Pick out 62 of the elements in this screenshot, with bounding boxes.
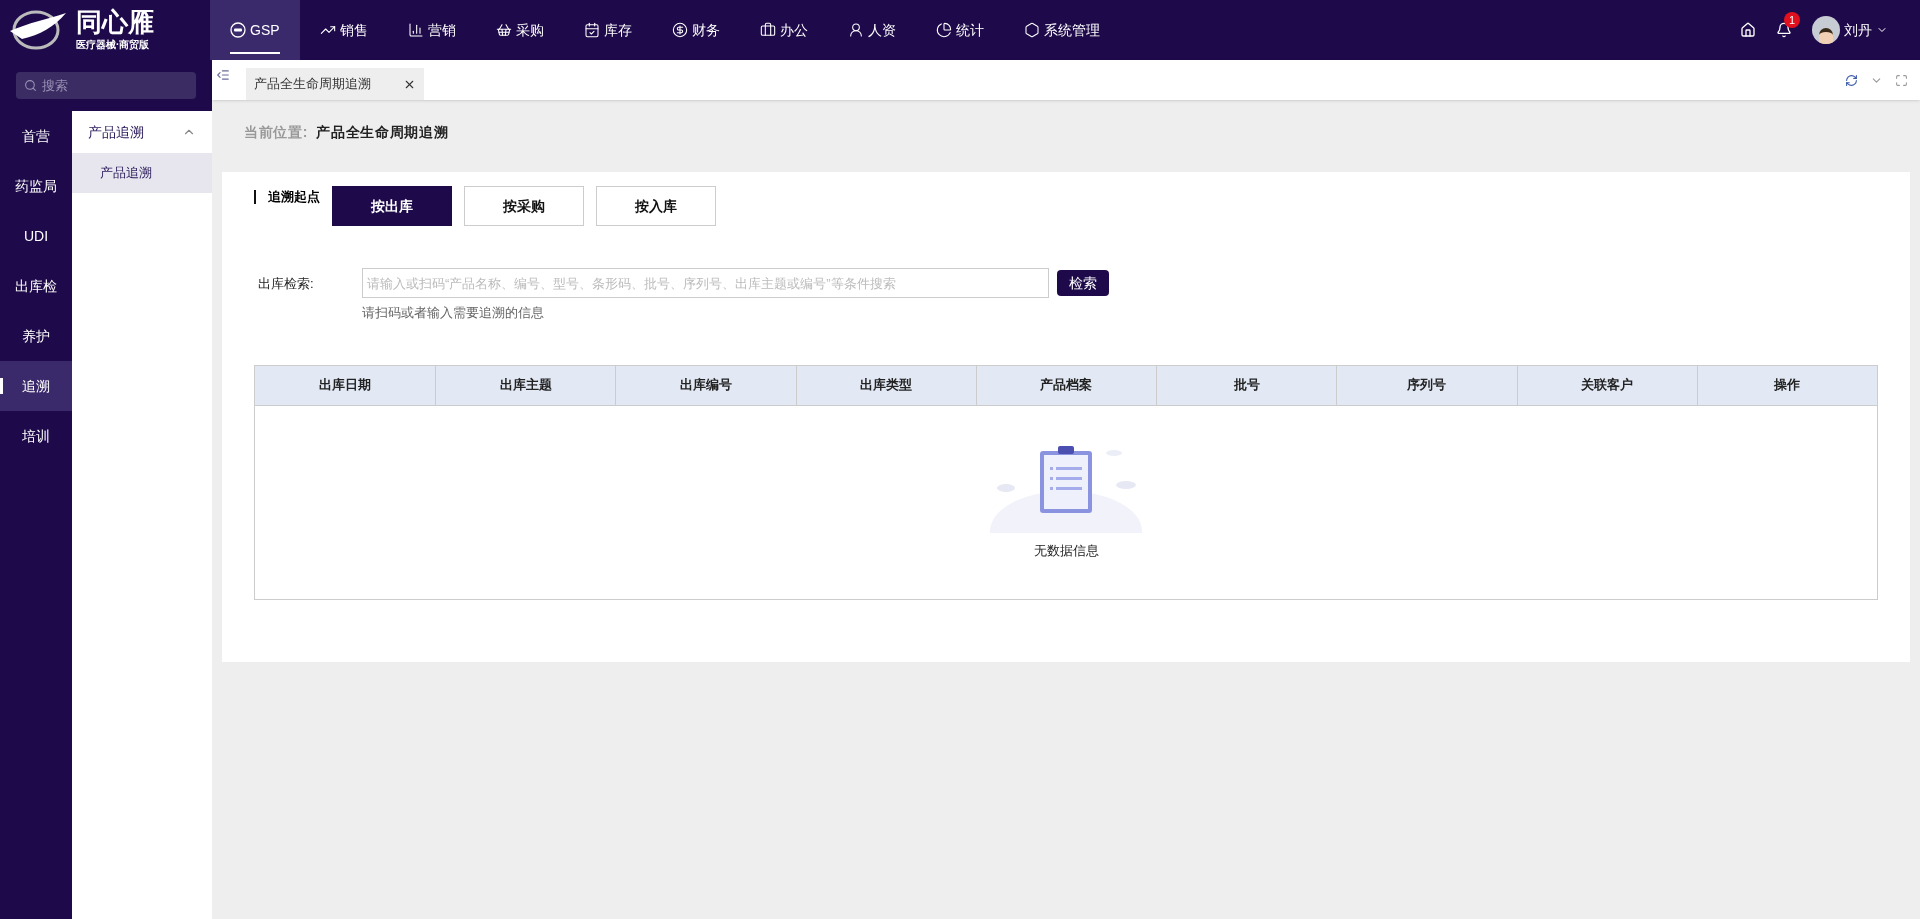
empty-message: 无数据信息 — [1033, 542, 1099, 561]
coin-icon — [671, 22, 688, 38]
rail-item[interactable]: 追溯 — [0, 361, 72, 411]
search-button[interactable]: 检索 — [1057, 270, 1109, 296]
trace-option-button[interactable]: 按采购 — [464, 186, 584, 226]
column-header: 出库日期 — [318, 376, 373, 395]
briefcase-icon — [759, 22, 776, 38]
column-header: 出库类型 — [795, 365, 976, 405]
basket-icon — [495, 22, 512, 38]
rail-item[interactable]: 养护 — [0, 311, 72, 361]
bar-chart-icon — [407, 22, 424, 38]
nav-tab[interactable]: 统计 — [915, 0, 1004, 60]
breadcrumb-label: 当前位置: — [244, 122, 309, 142]
nav-tab[interactable]: 库存 — [563, 0, 652, 60]
logo-name: 同心雁 — [76, 8, 154, 35]
section-label: 追溯起点 — [254, 190, 320, 204]
fullscreen-icon[interactable] — [1895, 73, 1908, 87]
submenu-item[interactable]: 产品追溯 — [72, 153, 212, 193]
hexagon-icon — [1023, 22, 1040, 38]
home-icon[interactable] — [1740, 22, 1756, 38]
notification-badge: 1 — [1784, 12, 1801, 28]
page-tab[interactable]: 产品全生命周期追溯 — [246, 68, 424, 100]
pie-chart-icon — [935, 22, 952, 38]
collapse-icon[interactable] — [216, 68, 230, 82]
column-header: 出库编号 — [615, 365, 796, 405]
search-input[interactable]: 请输入或扫码“产品名称、编号、型号、条形码、批号、序列号、出库主题或编号”等条件搜索 — [362, 268, 1049, 298]
column-header: 批号 — [1156, 365, 1337, 405]
rail-item[interactable]: 出库检 — [0, 261, 72, 311]
rail-item[interactable]: 药监局 — [0, 161, 72, 211]
submenu-header[interactable]: 产品追溯 — [72, 111, 212, 153]
logo-subtitle: 医疗器械·商贸版 — [76, 38, 151, 52]
bird-logo-icon — [8, 9, 68, 51]
calendar-check-icon — [583, 22, 600, 38]
search-icon — [24, 79, 37, 92]
nav-tab[interactable]: 办公 — [739, 0, 828, 60]
search-label: 出库检索: — [257, 275, 315, 293]
column-header: 操作 — [1696, 365, 1877, 405]
bell-icon[interactable] — [1776, 22, 1792, 38]
nav-tab[interactable]: 人资 — [827, 0, 916, 60]
nav-tab[interactable]: 财务 — [651, 0, 740, 60]
nav-tab[interactable]: 营销 — [387, 0, 476, 60]
nav-tab[interactable]: 系统管理 — [1003, 0, 1120, 60]
trace-option-button[interactable]: 按入库 — [596, 186, 716, 226]
breadcrumb-current: 产品全生命周期追溯 — [316, 122, 449, 142]
rail-item[interactable]: UDI — [0, 211, 72, 261]
column-header: 产品档案 — [975, 365, 1157, 405]
rail-item[interactable]: 培训 — [0, 411, 72, 461]
column-header: 关联客户 — [1516, 365, 1697, 405]
search-field[interactable]: 搜索 — [16, 72, 196, 99]
column-header: 出库主题 — [435, 365, 616, 405]
nav-tab[interactable]: 采购 — [475, 0, 564, 60]
trace-option-button[interactable]: 按出库 — [332, 186, 452, 226]
avatar-icon[interactable] — [1812, 16, 1840, 44]
user-icon — [847, 22, 864, 38]
nav-tab[interactable]: GSP — [210, 0, 300, 60]
rail-item[interactable]: 首营 — [0, 111, 72, 161]
badge-icon — [230, 22, 246, 38]
search-hint: 请扫码或者输入需要追溯的信息 — [362, 304, 545, 322]
column-header: 序列号 — [1336, 365, 1517, 405]
nav-tab[interactable]: 销售 — [299, 0, 388, 60]
refresh-icon[interactable] — [1845, 73, 1858, 87]
user-name[interactable]: 刘丹 — [1844, 19, 1872, 41]
